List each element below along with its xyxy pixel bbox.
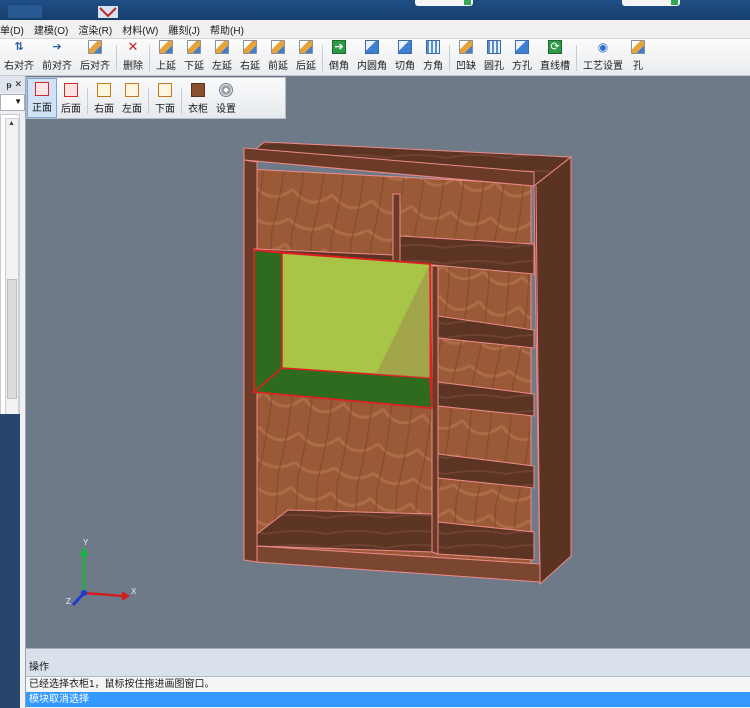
align-front-button[interactable]: ➔ 前对齐 (38, 40, 76, 75)
extend-front-icon (271, 40, 285, 54)
main-toolbar: ⇅ 右对齐 ➔ 前对齐 后对齐 ✕ 删除 上延 下延 左延 右延 前延 后延 ➔ 倒角 … (0, 39, 750, 76)
close-icon[interactable]: ✕ (14, 79, 22, 90)
scroll-up-icon[interactable]: ▲ (8, 120, 15, 127)
toolbar-divider (181, 88, 182, 114)
title-bar (0, 0, 750, 20)
process-settings-icon: ◉ (597, 40, 609, 54)
process-settings-button[interactable]: ◉ 工艺设置 (579, 40, 627, 75)
right-view-button[interactable]: 右面 (90, 78, 118, 118)
view-toolbar: 正面 后面 右面 左面 下面 衣柜 设置 (26, 77, 286, 119)
inner-fillet-icon (365, 40, 379, 54)
extend-back-button[interactable]: 后延 (292, 40, 320, 75)
hole-button[interactable]: 孔 (627, 40, 649, 75)
toolbar-divider (116, 45, 117, 71)
axis-gizmo (71, 546, 130, 607)
bottom-view-button[interactable]: 下面 (151, 78, 179, 118)
notch-icon (459, 40, 473, 54)
operations-panel: 操作 已经选择衣柜1，鼠标按住拖进画图窗口。 模块取消选择 (26, 648, 750, 708)
round-hole-icon (487, 40, 501, 54)
left-panel-lower (0, 414, 20, 708)
scrollbar-thumb[interactable] (7, 279, 17, 399)
left-panel-combo[interactable]: ▼ (0, 94, 25, 111)
square-corner-button[interactable]: 方角 (419, 40, 447, 75)
extend-front-button[interactable]: 前延 (264, 40, 292, 75)
round-hole-button[interactable]: 圆孔 (480, 40, 508, 75)
extend-up-button[interactable]: 上延 (152, 40, 180, 75)
back-view-icon (64, 83, 78, 97)
upper-divider (392, 193, 401, 264)
cut-corner-button[interactable]: 切角 (391, 40, 419, 75)
cut-corner-icon (398, 40, 412, 54)
extend-left-button[interactable]: 左延 (208, 40, 236, 75)
toolbar-divider (449, 45, 450, 71)
extend-right-button[interactable]: 右延 (236, 40, 264, 75)
left-panel-header: ᵽ ✕ (0, 76, 25, 93)
selected-module[interactable] (252, 249, 433, 409)
right-column-divider (431, 265, 439, 555)
square-hole-button[interactable]: 方孔 (508, 40, 536, 75)
front-view-button[interactable]: 正面 (27, 78, 57, 118)
delete-icon: ✕ (127, 39, 139, 54)
align-right-button[interactable]: ⇅ 右对齐 (0, 40, 38, 75)
front-view-icon (35, 82, 49, 96)
extend-down-button[interactable]: 下延 (180, 40, 208, 75)
window-thumbnail[interactable] (415, 0, 473, 6)
operations-title: 操作 (26, 649, 750, 677)
toolbar-divider (149, 45, 150, 71)
chamfer-icon: ➔ (332, 40, 346, 54)
menu-item[interactable]: 渲染(R) (73, 22, 117, 37)
linear-groove-button[interactable]: ⟳ 直线槽 (536, 40, 574, 75)
linear-groove-icon: ⟳ (548, 40, 562, 54)
notch-button[interactable]: 凹缺 (452, 40, 480, 75)
toolbar-divider (576, 45, 577, 71)
back-view-button[interactable]: 后面 (57, 78, 85, 118)
wardrobe-right-side (533, 155, 572, 586)
axis-label-y: Y (83, 538, 89, 547)
operations-log-line[interactable]: 已经选择衣柜1，鼠标按住拖进画图窗口。 (26, 677, 750, 692)
square-hole-icon (515, 40, 529, 54)
settings-button[interactable]: 设置 (212, 78, 240, 118)
settings-icon (219, 83, 233, 97)
left-lower-shelf (256, 509, 433, 553)
axis-label-x: X (131, 587, 137, 596)
right-view-icon (97, 83, 111, 97)
align-front-icon: ➔ (52, 41, 62, 53)
align-back-button[interactable]: 后对齐 (76, 40, 114, 75)
align-right-icon: ⇅ (14, 41, 24, 53)
toolbar-divider (87, 88, 88, 114)
chevron-down-icon: ▼ (14, 97, 22, 106)
left-view-icon (125, 83, 139, 97)
axis-label-z: Z (66, 597, 71, 606)
left-panel: ᵽ ✕ ▼ ▲ ▼ (0, 76, 26, 708)
delete-button[interactable]: ✕ 删除 (119, 40, 147, 75)
wardrobe-icon (191, 83, 205, 97)
toolbar-divider (322, 45, 323, 71)
extend-back-icon (299, 40, 313, 54)
menu-item[interactable]: 雕刻(J) (163, 22, 205, 37)
menu-item[interactable]: 建模(O) (29, 22, 73, 37)
hole-icon (631, 40, 645, 54)
inner-fillet-button[interactable]: 内圆角 (353, 40, 391, 75)
window-thumbnail[interactable] (622, 0, 680, 6)
menu-bar: 单(D) 建模(O) 渲染(R) 材料(W) 雕刻(J) 帮助(H) (0, 20, 750, 39)
extend-left-icon (215, 40, 229, 54)
menu-item[interactable]: 帮助(H) (205, 22, 249, 37)
extend-down-icon (187, 40, 201, 54)
extend-right-icon (243, 40, 257, 54)
left-view-button[interactable]: 左面 (118, 78, 146, 118)
operations-log-line[interactable]: 模块取消选择 (26, 692, 750, 707)
extend-up-icon (159, 40, 173, 54)
pin-icon[interactable]: ᵽ (6, 80, 11, 90)
toolbar-divider (148, 88, 149, 114)
wardrobe-model[interactable] (26, 76, 750, 648)
wardrobe-button[interactable]: 衣柜 (184, 78, 212, 118)
menu-item[interactable]: 单(D) (0, 22, 29, 37)
square-corner-icon (426, 40, 440, 54)
bottom-view-icon (158, 83, 172, 97)
menu-item[interactable]: 材料(W) (117, 22, 163, 37)
align-back-icon (88, 40, 102, 54)
chamfer-button[interactable]: ➔ 倒角 (325, 40, 353, 75)
app-logo (8, 5, 118, 18)
